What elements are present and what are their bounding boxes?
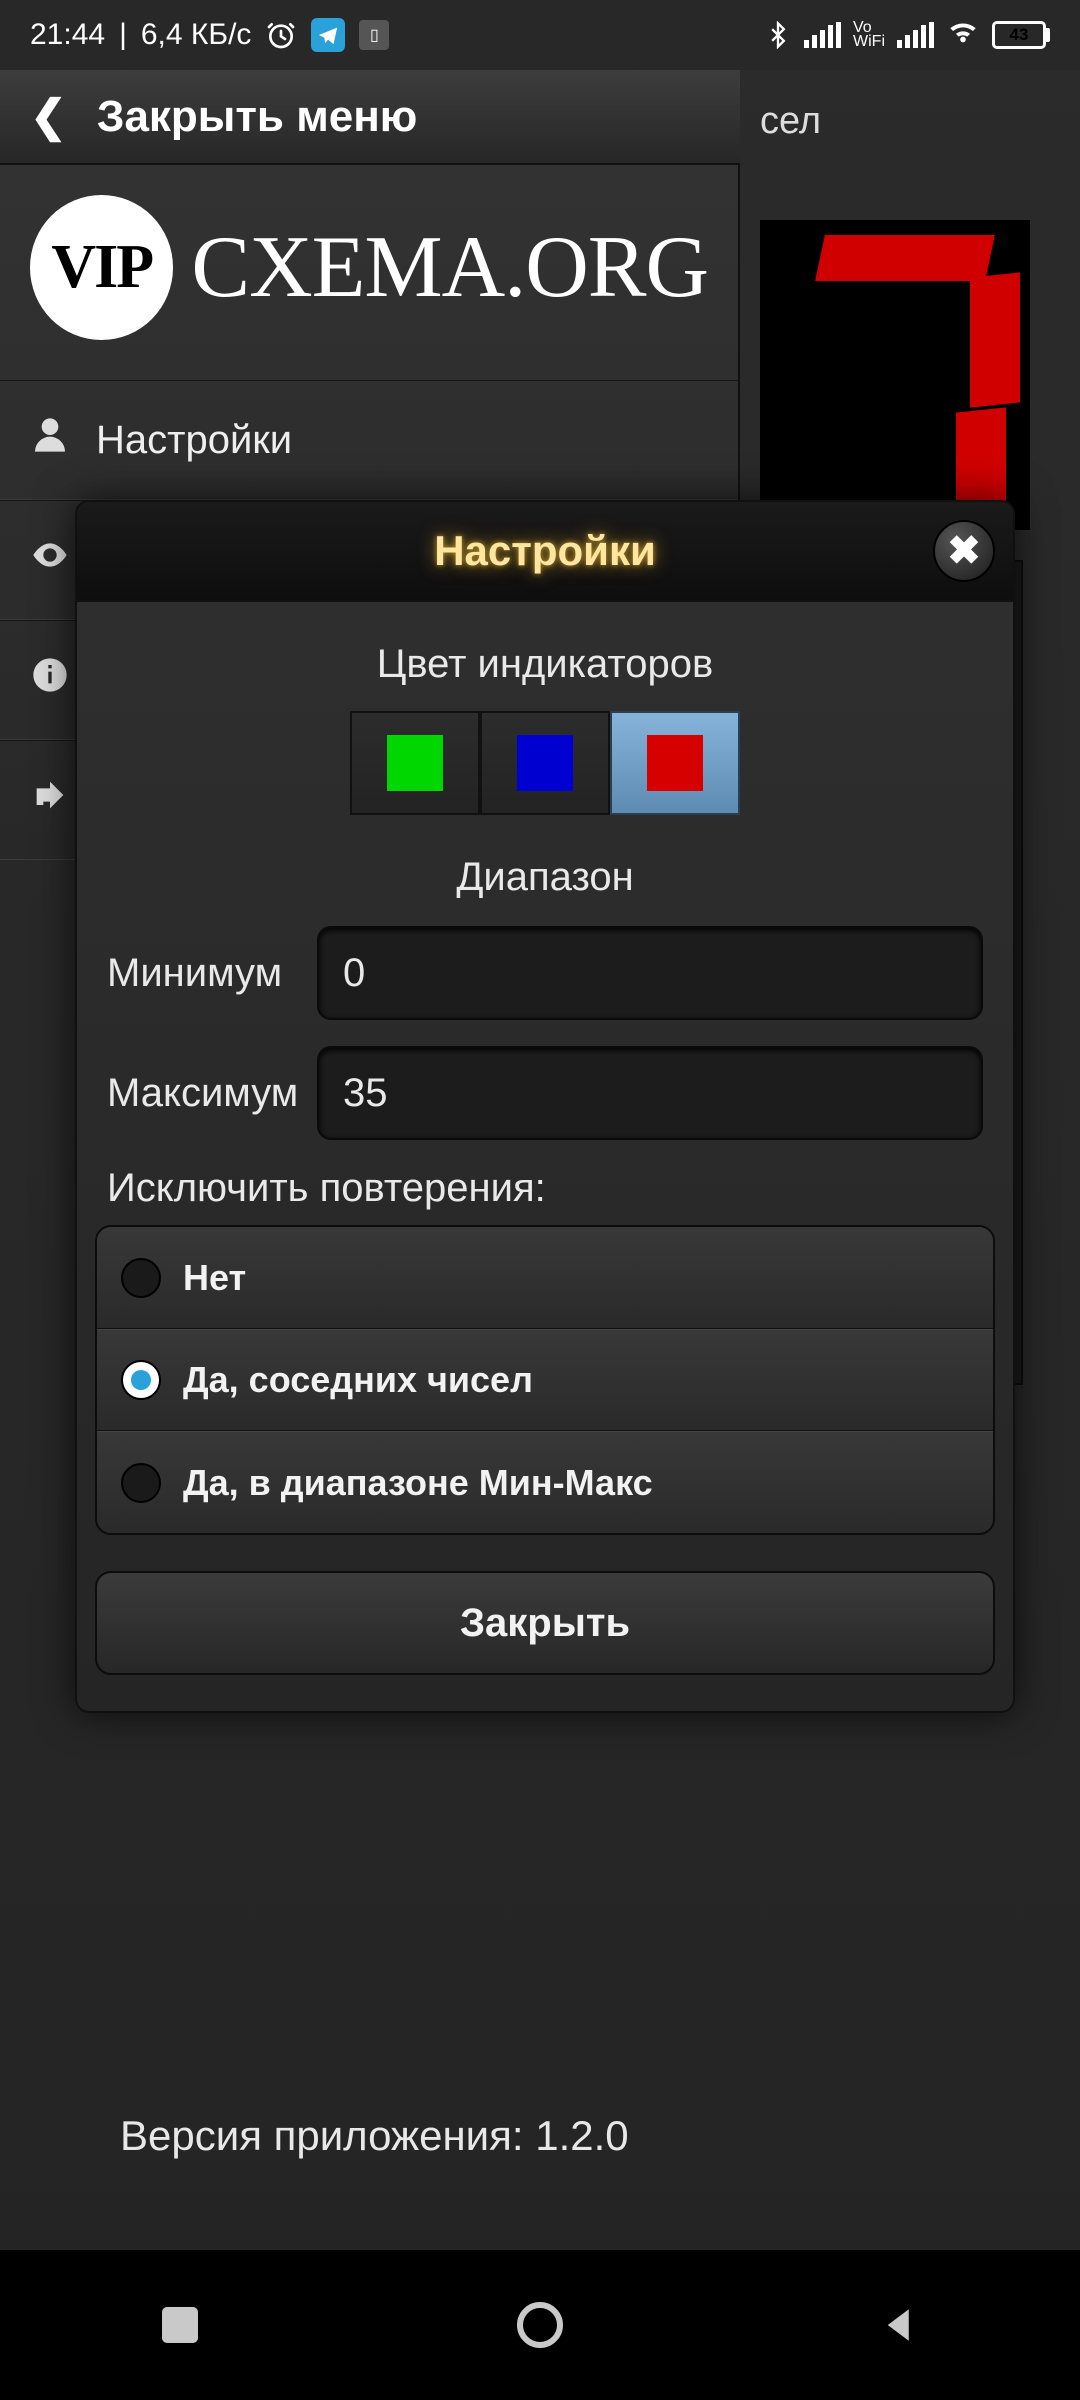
status-left: 21:44 | 6,4 КБ/с ▯ bbox=[30, 18, 389, 52]
radio-label: Да, в диапазоне Мин-Макс bbox=[183, 1462, 653, 1504]
android-status-bar: 21:44 | 6,4 КБ/с ▯ VoWiFi 43 bbox=[0, 0, 1080, 70]
circle-icon bbox=[517, 2302, 563, 2348]
exclude-label: Исключить повтерения: bbox=[107, 1166, 983, 1211]
min-input[interactable] bbox=[317, 926, 983, 1020]
close-button-label: Закрыть bbox=[460, 1601, 630, 1646]
color-swatch-blue[interactable] bbox=[480, 711, 610, 815]
nav-recent-button[interactable] bbox=[154, 2299, 206, 2351]
chevron-left-icon: ❮ bbox=[30, 91, 67, 142]
range-section-title: Диапазон bbox=[77, 855, 1013, 900]
color-section-title: Цвет индикаторов bbox=[77, 642, 1013, 687]
triangle-left-icon bbox=[879, 2304, 921, 2346]
share-icon bbox=[30, 775, 70, 825]
bluetooth-icon bbox=[764, 21, 792, 49]
app-version: Версия приложения: 1.2.0 bbox=[120, 2112, 629, 2160]
close-menu-label: Закрыть меню bbox=[97, 92, 418, 142]
radio-label: Да, соседних чисел bbox=[183, 1359, 533, 1401]
color-swatch-red[interactable] bbox=[610, 711, 740, 815]
radio-icon bbox=[121, 1463, 161, 1503]
status-separator: | bbox=[119, 18, 127, 52]
status-speed: 6,4 КБ/с bbox=[141, 18, 252, 52]
telegram-icon bbox=[311, 18, 345, 52]
info-icon bbox=[30, 655, 70, 705]
nav-home-button[interactable] bbox=[514, 2299, 566, 2351]
radio-icon bbox=[121, 1360, 161, 1400]
signal-icon-2 bbox=[897, 22, 934, 48]
close-icon: ✖ bbox=[947, 528, 981, 574]
settings-dialog: Настройки ✖ Цвет индикаторов Диапазон Ми… bbox=[75, 500, 1015, 1713]
close-menu-header[interactable]: ❮ Закрыть меню bbox=[0, 70, 740, 165]
green-icon bbox=[387, 735, 443, 791]
max-input[interactable] bbox=[317, 1046, 983, 1140]
vowifi-icon: VoWiFi bbox=[853, 21, 885, 50]
wifi-icon bbox=[946, 14, 980, 56]
radio-option-no[interactable]: Нет bbox=[97, 1227, 993, 1329]
max-row: Максимум bbox=[107, 1046, 983, 1140]
exclude-radio-group: Нет Да, соседних чисел Да, в диапазоне М… bbox=[95, 1225, 995, 1535]
vip-badge: VIP bbox=[30, 195, 173, 340]
dialog-close-large-button[interactable]: Закрыть bbox=[95, 1571, 995, 1675]
status-time: 21:44 bbox=[30, 18, 105, 52]
square-icon bbox=[162, 2307, 198, 2343]
radio-option-range[interactable]: Да, в диапазоне Мин-Макс bbox=[97, 1431, 993, 1533]
color-swatches bbox=[77, 711, 1013, 815]
dialog-title: Настройки bbox=[434, 527, 656, 575]
min-row: Минимум bbox=[107, 926, 983, 1020]
logo-text: CXEMA.ORG bbox=[191, 217, 708, 318]
background-title-peek: сел bbox=[760, 100, 821, 143]
min-label: Минимум bbox=[107, 951, 317, 996]
signal-icon-1 bbox=[804, 22, 841, 48]
eye-icon bbox=[30, 535, 70, 585]
status-right: VoWiFi 43 bbox=[764, 14, 1050, 56]
sidebar-item-settings[interactable]: Настройки bbox=[0, 380, 738, 500]
radio-icon bbox=[121, 1258, 161, 1298]
logo-row: VIP CXEMA.ORG bbox=[0, 165, 738, 380]
app-root: 21:44 | 6,4 КБ/с ▯ VoWiFi 43 bbox=[0, 0, 1080, 2400]
sidebar-item-label: Настройки bbox=[96, 418, 292, 463]
android-nav-bar bbox=[0, 2250, 1080, 2400]
battery-icon: 43 bbox=[992, 21, 1050, 49]
radio-label: Нет bbox=[183, 1257, 246, 1299]
seven-segment-artwork bbox=[760, 220, 1030, 530]
radio-option-adjacent[interactable]: Да, соседних чисел bbox=[97, 1329, 993, 1431]
red-icon bbox=[647, 735, 703, 791]
dialog-close-button[interactable]: ✖ bbox=[933, 520, 995, 582]
max-label: Максимум bbox=[107, 1071, 317, 1116]
alarm-icon bbox=[265, 19, 297, 51]
color-swatch-green[interactable] bbox=[350, 711, 480, 815]
user-icon bbox=[30, 415, 70, 465]
app-notification-icon: ▯ bbox=[359, 20, 389, 50]
blue-icon bbox=[517, 735, 573, 791]
nav-back-button[interactable] bbox=[874, 2299, 926, 2351]
dialog-header: Настройки ✖ bbox=[77, 502, 1013, 602]
